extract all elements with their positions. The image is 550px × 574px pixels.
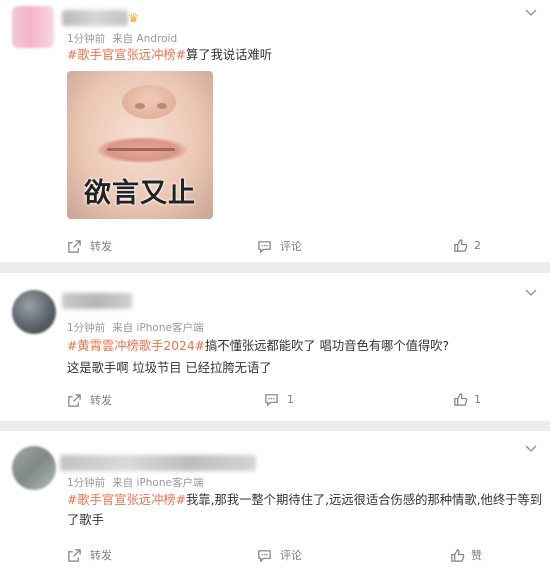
- like-button[interactable]: 赞: [450, 547, 482, 563]
- share-icon: [68, 548, 81, 562]
- chevron-down-icon[interactable]: [524, 288, 538, 302]
- thumbs-up-icon: [454, 393, 468, 406]
- chevron-down-icon[interactable]: [524, 444, 538, 458]
- username[interactable]: [62, 293, 132, 309]
- image-caption: 欲言又止: [84, 178, 196, 209]
- timestamp: 1分钟前: [67, 33, 106, 45]
- comment-label: 评论: [280, 549, 302, 562]
- comment-label: 评论: [280, 240, 302, 253]
- hashtag-link[interactable]: #歌手官宣张远冲榜#: [67, 48, 186, 62]
- repost-button[interactable]: 转发: [67, 238, 112, 254]
- like-count: 2: [474, 239, 481, 252]
- like-button[interactable]: 1: [453, 392, 481, 407]
- comment-button[interactable]: 评论: [257, 238, 302, 254]
- timestamp: 1分钟前: [67, 322, 106, 334]
- hashtag-link[interactable]: #黄霄雲冲榜歌手2024#: [67, 339, 205, 353]
- comment-body: 搞不懂张远都能吹了 唱功音色有哪个值得吹?: [204, 339, 450, 353]
- mouth: [107, 148, 175, 151]
- share-icon: [68, 393, 81, 407]
- comment-body: 算了我说话难听: [185, 48, 273, 62]
- meme-image[interactable]: 欲言又止: [67, 71, 213, 219]
- like-label: 赞: [471, 549, 482, 562]
- thumbs-up-icon: [451, 548, 465, 562]
- username[interactable]: [62, 10, 128, 26]
- comment-text-line2: 这是歌手啊 垃圾节目 已经拉胯无语了: [67, 358, 545, 378]
- comment-button[interactable]: 1: [264, 392, 294, 407]
- comment-text: #歌手官宣张远冲榜#算了我说话难听: [67, 45, 545, 65]
- comment-card: 1分钟前 来自 iPhone客户端 #黄霄雲冲榜歌手2024#搞不懂张远都能吹了 …: [0, 273, 550, 421]
- comment-icon: [258, 549, 271, 563]
- username[interactable]: [60, 455, 256, 471]
- comment-card: ♛ 1分钟前 来自 Android #歌手官宣张远冲榜#算了我说话难听 欲言又止 …: [0, 0, 550, 262]
- repost-button[interactable]: 转发: [67, 392, 112, 408]
- comment-icon: [258, 240, 271, 254]
- comment-body-2: 这是歌手啊 垃圾节目 已经拉胯无语了: [67, 361, 272, 375]
- comment-card: 1分钟前 来自 iPhone客户端 #歌手官宣张远冲榜#我靠,那我一整个期待住了,…: [0, 431, 550, 574]
- nostril: [157, 103, 167, 109]
- repost-label: 转发: [90, 240, 112, 253]
- comment-text: #黄霄雲冲榜歌手2024#搞不懂张远都能吹了 唱功音色有哪个值得吹?: [67, 336, 545, 356]
- comment-button[interactable]: 评论: [257, 547, 302, 563]
- comment-meta: 1分钟前 来自 iPhone客户端: [67, 320, 210, 335]
- hashtag-link[interactable]: #歌手官宣张远冲榜#: [67, 493, 186, 507]
- thumbs-up-icon: [454, 239, 468, 252]
- comment-text: #歌手官宣张远冲榜#我靠,那我一整个期待住了,远远很适合伤感的那种情歌,他终于等…: [67, 490, 545, 530]
- like-button[interactable]: 2: [453, 238, 481, 253]
- source: 来自 iPhone客户端: [112, 477, 204, 489]
- repost-label: 转发: [90, 549, 112, 562]
- avatar[interactable]: [12, 446, 56, 490]
- repost-label: 转发: [90, 394, 112, 407]
- source: 来自 iPhone客户端: [112, 322, 204, 334]
- nostril: [135, 103, 145, 109]
- comment-icon: [265, 394, 278, 407]
- comment-meta: 1分钟前 来自 iPhone客户端: [67, 475, 210, 490]
- avatar[interactable]: [12, 290, 56, 334]
- nose: [122, 85, 176, 119]
- timestamp: 1分钟前: [67, 477, 106, 489]
- comment-count: 1: [287, 393, 294, 406]
- repost-button[interactable]: 转发: [67, 547, 112, 563]
- share-icon: [68, 239, 81, 253]
- crown-icon: ♛: [128, 11, 139, 25]
- comment-meta: 1分钟前 来自 Android: [67, 31, 184, 46]
- like-count: 1: [474, 393, 481, 406]
- source: 来自 Android: [112, 33, 178, 45]
- chevron-down-icon[interactable]: [524, 8, 538, 22]
- avatar[interactable]: [12, 6, 54, 48]
